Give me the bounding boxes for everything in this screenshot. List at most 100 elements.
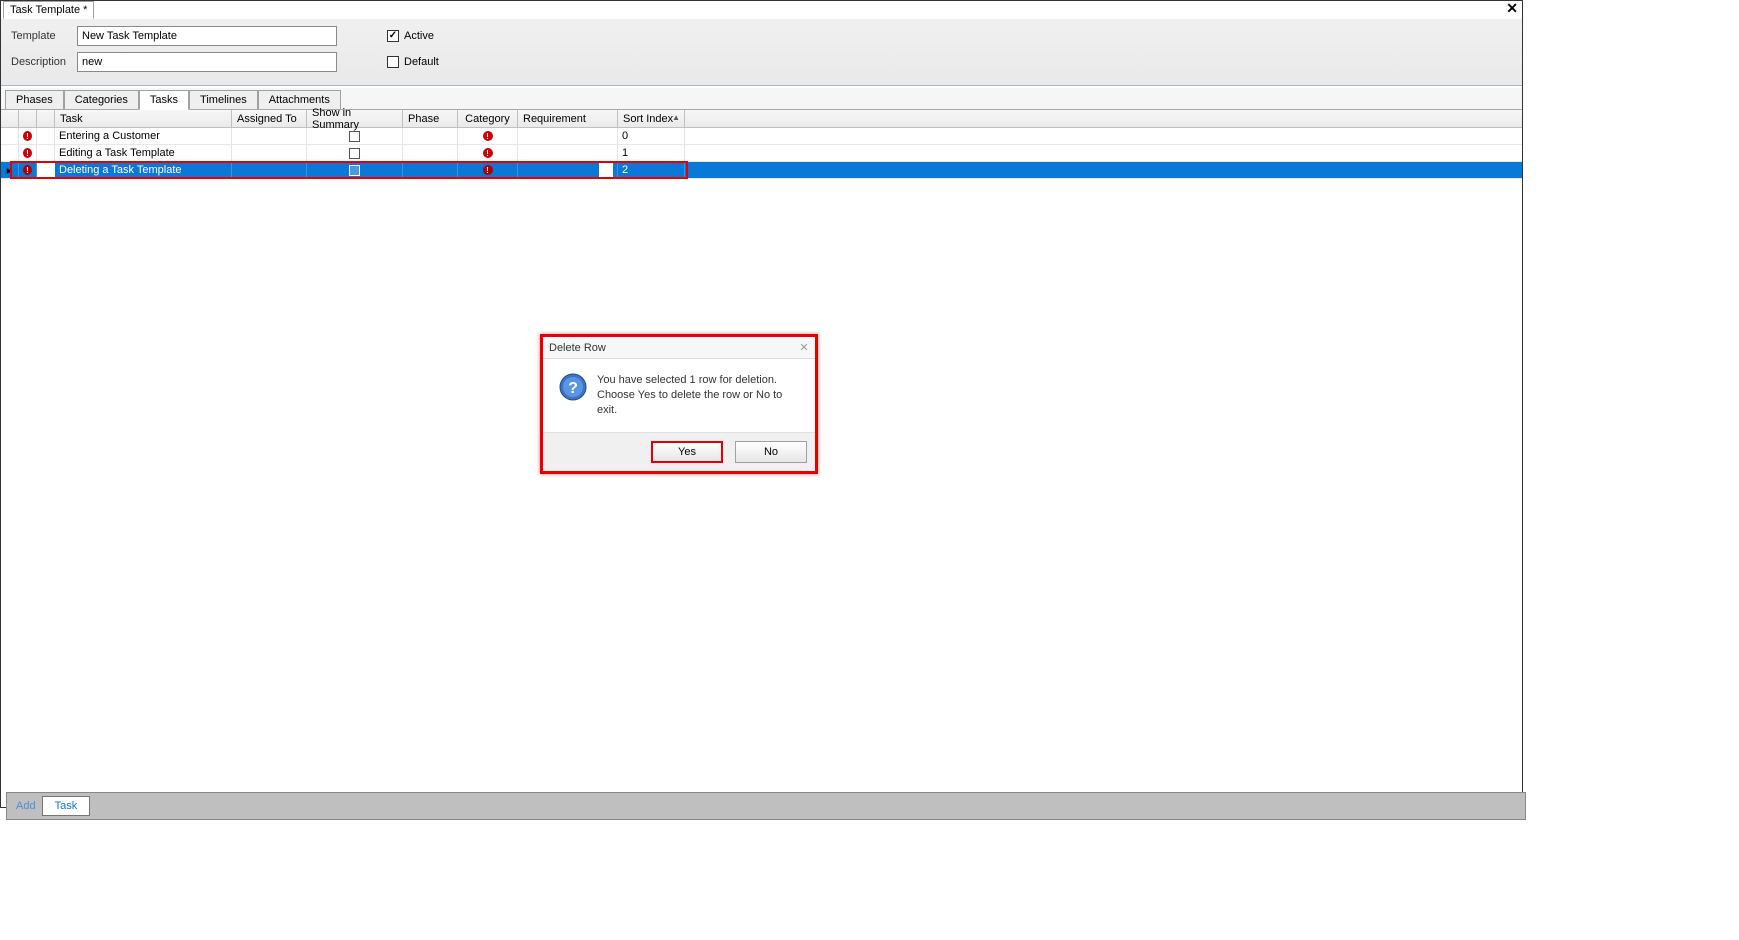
grid-header-phase[interactable]: Phase — [403, 110, 458, 127]
cell-requirement[interactable] — [518, 128, 618, 144]
header-text: Task — [60, 113, 83, 125]
row-marker — [37, 162, 55, 178]
form-header: Template Active Description Default — [1, 19, 1522, 86]
grid-header-err2 — [37, 110, 55, 127]
cell-assigned[interactable] — [232, 162, 307, 178]
dialog-close-icon[interactable]: ✕ — [797, 340, 811, 354]
table-row-selected[interactable]: ▸ ! Deleting a Task Template ! 2 — [1, 162, 1522, 179]
tab-label: Categories — [75, 94, 128, 106]
task-button[interactable]: Task — [42, 796, 91, 816]
grid-header-assigned[interactable]: Assigned To — [232, 110, 307, 127]
cell-task[interactable]: Editing a Task Template — [55, 145, 232, 161]
row-error-icon: ! — [19, 162, 37, 178]
cell-show[interactable] — [307, 145, 403, 161]
error-icon: ! — [23, 148, 32, 158]
grid-header-requirement[interactable]: Requirement — [518, 110, 618, 127]
cell-category[interactable]: ! — [458, 128, 518, 144]
active-label: Active — [404, 30, 434, 42]
inner-tabstrip: Phases Categories Tasks Timelines Attach… — [1, 88, 1522, 110]
checkbox-icon[interactable] — [349, 148, 360, 159]
editable-cell-icon — [599, 163, 613, 177]
header-text: Show in Summary — [312, 107, 397, 131]
active-checkbox[interactable] — [387, 30, 399, 42]
cell-requirement[interactable] — [518, 145, 618, 161]
cell-assigned[interactable] — [232, 128, 307, 144]
row-indicator — [1, 145, 19, 161]
no-button[interactable]: No — [735, 441, 807, 463]
description-input[interactable] — [77, 52, 337, 72]
cell-text: 0 — [622, 130, 628, 142]
checkbox-icon[interactable] — [349, 165, 360, 176]
cell-text: 1 — [622, 147, 628, 159]
yes-button[interactable]: Yes — [651, 441, 723, 463]
cell-show[interactable] — [307, 162, 403, 178]
cell-category[interactable]: ! — [458, 162, 518, 178]
error-icon: ! — [483, 148, 493, 158]
tab-timelines[interactable]: Timelines — [189, 90, 258, 110]
close-icon[interactable]: ✕ — [1506, 1, 1518, 15]
table-row[interactable]: ! Entering a Customer ! 0 — [1, 128, 1522, 145]
grid-header-category[interactable]: Category — [458, 110, 518, 127]
window-tab-label: Task Template * — [10, 4, 87, 16]
status-bar: Add Task — [6, 792, 1526, 820]
grid-header-sortindex[interactable]: Sort Index ▲ — [618, 110, 685, 127]
cell-task[interactable]: Deleting a Task Template — [55, 162, 232, 178]
button-label: No — [764, 446, 778, 458]
add-link[interactable]: Add — [16, 800, 36, 812]
window-tab-task-template[interactable]: Task Template * — [3, 1, 94, 19]
header-text: Category — [465, 113, 510, 125]
tab-phases[interactable]: Phases — [5, 90, 64, 110]
header-text: Assigned To — [237, 113, 297, 125]
tab-categories[interactable]: Categories — [64, 90, 139, 110]
tab-label: Timelines — [200, 94, 247, 106]
cell-task[interactable]: Entering a Customer — [55, 128, 232, 144]
cell-phase[interactable] — [403, 162, 458, 178]
dialog-message: You have selected 1 row for deletion. Ch… — [597, 373, 801, 418]
grid-header-task[interactable]: Task — [55, 110, 232, 127]
row-indicator: ▸ — [1, 162, 19, 178]
template-input[interactable] — [77, 26, 337, 46]
cell-category[interactable]: ! — [458, 145, 518, 161]
cell-sortindex[interactable]: 0 — [618, 128, 685, 144]
tab-label: Attachments — [269, 94, 330, 106]
sort-asc-icon: ▲ — [672, 113, 680, 122]
dialog-title: Delete Row — [549, 342, 606, 354]
default-checkbox[interactable] — [387, 56, 399, 68]
row-error-icon: ! — [19, 145, 37, 161]
window-tabbar: Task Template * ✕ — [1, 1, 1522, 19]
cell-phase[interactable] — [403, 128, 458, 144]
template-label: Template — [11, 30, 77, 42]
cell-requirement[interactable] — [518, 162, 618, 178]
cell-sortindex[interactable]: 2 — [618, 162, 685, 178]
table-row[interactable]: ! Editing a Task Template ! 1 — [1, 145, 1522, 162]
cell-assigned[interactable] — [232, 145, 307, 161]
description-label: Description — [11, 56, 77, 68]
cell-text: Editing a Task Template — [59, 147, 175, 159]
header-text: Sort Index — [623, 113, 673, 125]
tab-label: Phases — [16, 94, 53, 106]
button-label: Yes — [678, 446, 696, 458]
grid-header-show[interactable]: Show in Summary — [307, 110, 403, 127]
tab-label: Tasks — [150, 94, 178, 106]
error-icon: ! — [483, 131, 493, 141]
dialog-line1: You have selected 1 row for deletion. — [597, 373, 801, 388]
cell-text: Entering a Customer — [59, 130, 160, 142]
cell-text: 2 — [622, 164, 628, 176]
cell-phase[interactable] — [403, 145, 458, 161]
delete-row-dialog: Delete Row ✕ ? You have selected 1 row f… — [540, 334, 818, 474]
default-label: Default — [404, 56, 439, 68]
question-icon: ? — [559, 373, 587, 401]
cell-show[interactable] — [307, 128, 403, 144]
header-text: Phase — [408, 113, 439, 125]
error-icon: ! — [23, 131, 32, 141]
tab-tasks[interactable]: Tasks — [139, 90, 189, 110]
dialog-titlebar[interactable]: Delete Row ✕ — [543, 337, 815, 359]
grid-header-row: Task Assigned To Show in Summary Phase C… — [1, 110, 1522, 128]
row-indicator — [1, 128, 19, 144]
row-error-icon: ! — [19, 128, 37, 144]
checkbox-icon[interactable] — [349, 131, 360, 142]
cell-sortindex[interactable]: 1 — [618, 145, 685, 161]
grid-header-err — [19, 110, 37, 127]
cell-text: Deleting a Task Template — [59, 164, 182, 176]
dialog-line2: Choose Yes to delete the row or No to ex… — [597, 388, 801, 418]
